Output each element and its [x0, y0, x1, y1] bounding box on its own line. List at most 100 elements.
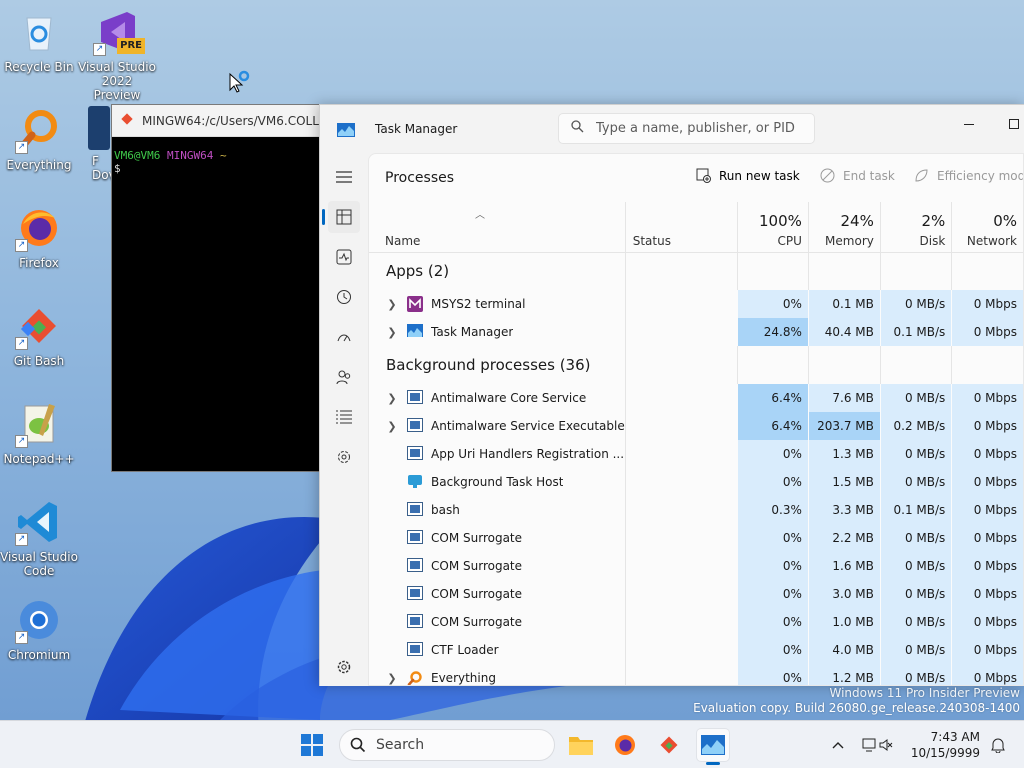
- process-name-cell: ❯ Antimalware Core Service: [369, 384, 625, 412]
- taskbar-file-explorer[interactable]: [565, 729, 597, 761]
- task-manager-window[interactable]: Task Manager Type a name, publisher, or …: [319, 104, 1024, 686]
- taskbar-git-bash[interactable]: [653, 729, 685, 761]
- table-row[interactable]: App Uri Handlers Registration ... 0% 1.3 M…: [369, 440, 1023, 468]
- disk-cell: 0 MB/s: [879, 664, 952, 685]
- cpu-cell: 24.8%: [736, 318, 809, 346]
- nav-startup-apps[interactable]: [328, 321, 360, 353]
- taskbar-search[interactable]: Search: [339, 729, 555, 761]
- status-cell: [624, 346, 738, 384]
- processes-page: Processes Run new task End task Efficien…: [368, 153, 1024, 686]
- service-icon: [407, 614, 423, 630]
- table-row[interactable]: COM Surrogate 0% 1.6 MB 0 MB/s 0 Mbps: [369, 552, 1023, 580]
- end-task-button[interactable]: End task: [820, 168, 895, 183]
- process-search-box[interactable]: [558, 113, 815, 144]
- disk-cell: 0 MB/s: [879, 608, 952, 636]
- column-header-memory[interactable]: 24% Memory: [807, 202, 881, 253]
- bell-icon: [991, 738, 1005, 753]
- column-header-cpu[interactable]: 100% CPU: [736, 202, 809, 253]
- mingw64-terminal-window[interactable]: MINGW64:/c/Users/VM6.COLLAB VM6@VM6 MING…: [111, 104, 351, 472]
- nav-details[interactable]: [328, 401, 360, 433]
- nav-performance[interactable]: [328, 241, 360, 273]
- recycle-bin-icon: [15, 8, 63, 56]
- nav-app-history[interactable]: [328, 281, 360, 313]
- memory-cell: 7.6 MB: [807, 384, 881, 412]
- table-row[interactable]: CTF Loader 0% 4.0 MB 0 MB/s 0 Mbps: [369, 636, 1023, 664]
- memory-cell: 1.3 MB: [807, 440, 881, 468]
- desktop-icon-firefox[interactable]: ↗ Firefox: [0, 204, 78, 270]
- network-cell: 0 Mbps: [951, 580, 1023, 608]
- nav-processes[interactable]: [322, 201, 360, 233]
- task-manager-titlebar[interactable]: Task Manager: [320, 105, 1024, 153]
- table-row[interactable]: ❯ Everything 0% 1.2 MB 0 MB/s 0 Mbps: [369, 664, 1023, 685]
- network-volume-button[interactable]: [856, 729, 898, 761]
- process-name-cell: COM Surrogate: [369, 580, 625, 608]
- cpu-total: 100%: [759, 211, 802, 230]
- status-cell: [624, 664, 738, 685]
- group-label: Background processes (36): [369, 346, 625, 384]
- nav-services[interactable]: [328, 441, 360, 473]
- group-header-apps: Apps (2): [369, 252, 1023, 290]
- network-cell: 0 Mbps: [951, 468, 1023, 496]
- taskbar-firefox[interactable]: [609, 729, 641, 761]
- desktop-icon-label: Visual Studio Code: [0, 550, 78, 578]
- column-name-label: Name: [385, 233, 421, 248]
- table-row[interactable]: bash 0.3% 3.3 MB 0.1 MB/s 0 Mbps: [369, 496, 1023, 524]
- column-header-name[interactable]: ︿ Name: [369, 202, 626, 253]
- efficiency-mode-button[interactable]: Efficiency mode: [914, 168, 1023, 183]
- column-header-status[interactable]: Status: [624, 202, 738, 253]
- table-row[interactable]: ❯ MSYS2 terminal 0% 0.1 MB 0 MB/s 0 Mbps: [369, 290, 1023, 318]
- terminal-titlebar[interactable]: MINGW64:/c/Users/VM6.COLLAB: [112, 105, 350, 137]
- taskbar-task-manager[interactable]: [697, 729, 729, 765]
- expand-chevron-icon[interactable]: ❯: [385, 326, 399, 339]
- notifications-button[interactable]: [982, 729, 1014, 761]
- system-clock[interactable]: 7:43 AM 10/15/9999: [911, 729, 980, 761]
- memory-cell: 203.7 MB: [807, 412, 881, 440]
- desktop-icon-visual-studio-2022-preview[interactable]: PRE ↗ Visual Studio 2022 Preview: [78, 8, 156, 102]
- show-hidden-icons-button[interactable]: [822, 729, 854, 761]
- desktop-icon-notepad-plus-plus[interactable]: ↗ Notepad++: [0, 400, 78, 466]
- task-manager-icon: [701, 735, 725, 755]
- start-button[interactable]: [296, 729, 328, 761]
- nav-settings[interactable]: [328, 651, 360, 683]
- expand-chevron-icon[interactable]: ❯: [385, 392, 399, 405]
- nav-users[interactable]: [328, 361, 360, 393]
- disk-cell: 0 MB/s: [879, 290, 952, 318]
- shortcut-arrow-icon: ↗: [15, 141, 28, 154]
- taskbar: Search 7:43 AM 10/15/9999: [0, 720, 1024, 768]
- network-cell: 0 Mbps: [951, 440, 1023, 468]
- window-title: Task Manager: [375, 122, 458, 136]
- search-input[interactable]: [596, 121, 796, 136]
- table-row[interactable]: COM Surrogate 0% 2.2 MB 0 MB/s 0 Mbps: [369, 524, 1023, 552]
- process-name: Antimalware Core Service: [431, 391, 587, 405]
- minimize-icon: [964, 123, 974, 125]
- desktop-icon-everything[interactable]: ↗ Everything: [0, 106, 78, 172]
- run-new-task-button[interactable]: Run new task: [696, 168, 800, 183]
- expand-chevron-icon[interactable]: ❯: [385, 672, 399, 685]
- table-row[interactable]: ❯ Antimalware Service Executable 6.4% 203.7…: [369, 412, 1023, 440]
- status-cell: [624, 440, 738, 468]
- process-name-cell: ❯ Task Manager: [369, 318, 625, 346]
- column-header-disk[interactable]: 2% Disk: [879, 202, 952, 253]
- group-title: Apps (2): [386, 262, 450, 281]
- maximize-button[interactable]: [999, 112, 1024, 136]
- desktop-icon-chromium[interactable]: ↗ Chromium: [0, 596, 78, 662]
- memory-cell: 3.3 MB: [807, 496, 881, 524]
- minimize-button[interactable]: [954, 112, 984, 136]
- desktop-icon-visual-studio-code[interactable]: ↗ Visual Studio Code: [0, 498, 78, 578]
- terminal-output[interactable]: VM6@VM6 MINGW64 ~ $: [112, 137, 350, 187]
- desktop-icon-recycle-bin[interactable]: Recycle Bin: [0, 8, 78, 74]
- table-row[interactable]: ❯ Task Manager 24.8% 40.4 MB 0.1 MB/s 0 Mbps: [369, 318, 1023, 346]
- table-row[interactable]: Background Task Host 0% 1.5 MB 0 MB/s 0 Mbps: [369, 468, 1023, 496]
- expand-chevron-icon[interactable]: ❯: [385, 298, 399, 311]
- table-row[interactable]: COM Surrogate 0% 3.0 MB 0 MB/s 0 Mbps: [369, 580, 1023, 608]
- process-name: Antimalware Service Executable: [431, 419, 625, 433]
- search-icon: [350, 737, 366, 753]
- table-row[interactable]: ❯ Antimalware Core Service 6.4% 7.6 MB 0 MB/…: [369, 384, 1023, 412]
- cpu-cell: 0%: [736, 524, 809, 552]
- desktop-icon-git-bash[interactable]: ↗ Git Bash: [0, 302, 78, 368]
- hamburger-menu-button[interactable]: [328, 161, 360, 193]
- expand-chevron-icon[interactable]: ❯: [385, 420, 399, 433]
- table-row[interactable]: COM Surrogate 0% 1.0 MB 0 MB/s 0 Mbps: [369, 608, 1023, 636]
- column-header-network[interactable]: 0% Network: [951, 202, 1023, 253]
- desktop-icon-label: Git Bash: [13, 354, 65, 368]
